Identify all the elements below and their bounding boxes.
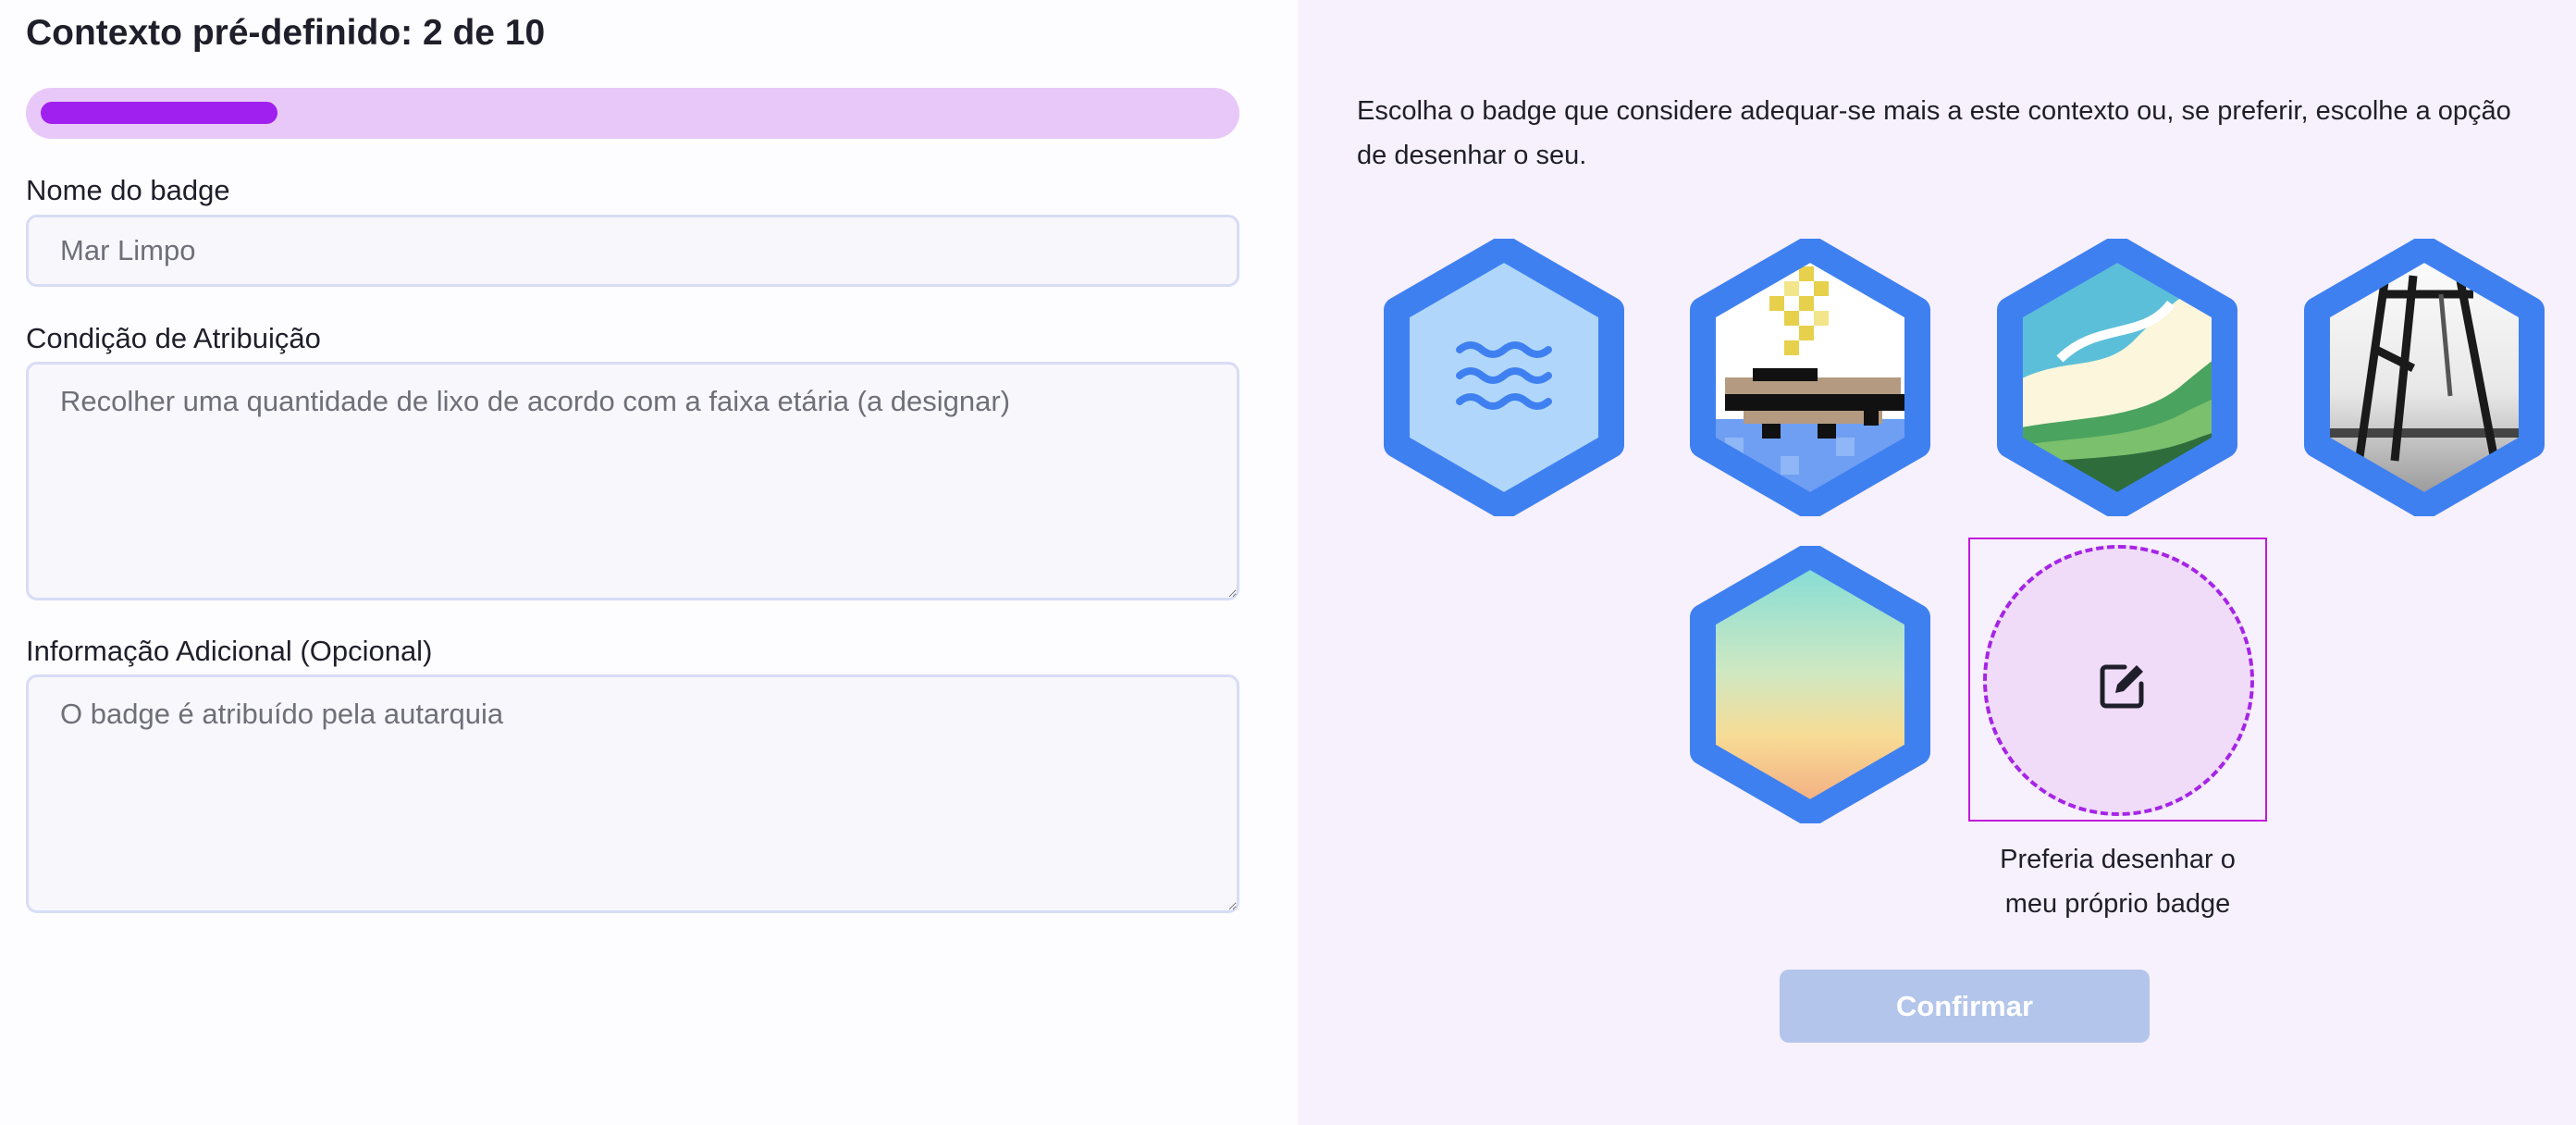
condition-label: Condição de Atribuição xyxy=(26,322,321,354)
confirm-button[interactable]: Confirmar xyxy=(1780,970,2150,1043)
draw-placeholder-circle xyxy=(1983,545,2254,816)
additional-info-label: Informação Adicional (Opcional) xyxy=(26,635,433,667)
progress-bar xyxy=(26,88,1239,139)
progress-fill xyxy=(41,102,277,124)
edit-icon xyxy=(2100,664,2144,709)
badge-name-label: Nome do badge xyxy=(26,174,230,206)
pixel-boat-image xyxy=(1690,239,1930,516)
condition-textarea[interactable] xyxy=(26,362,1239,600)
draw-own-caption: Preferia desenhar o meu próprio badge xyxy=(1968,837,2267,926)
pier-photo-image xyxy=(2304,239,2545,516)
badge-option-pier-photo[interactable] xyxy=(2302,239,2546,516)
badge-name-input[interactable] xyxy=(26,215,1239,287)
badge-option-sunset-gradient[interactable] xyxy=(1688,546,1932,823)
gradient-image xyxy=(1690,546,1930,823)
badge-option-waves[interactable] xyxy=(1382,239,1626,516)
badge-option-pixel-boat[interactable] xyxy=(1688,239,1932,516)
form-panel: Contexto pré-definido: 2 de 10 Nome do b… xyxy=(0,0,1298,1125)
instructions-text: Escolha o badge que considere adequar-se… xyxy=(1357,96,2511,170)
draw-own-badge-option[interactable] xyxy=(1968,538,2267,822)
abstract-waves-image xyxy=(1997,239,2237,516)
draw-caption-line-1: Preferia desenhar o xyxy=(2000,845,2236,874)
additional-info-textarea[interactable] xyxy=(26,674,1239,913)
page-title: Contexto pré-definido: 2 de 10 xyxy=(26,13,546,53)
badge-option-abstract-sea[interactable] xyxy=(1995,239,2239,516)
draw-caption-line-2: meu próprio badge xyxy=(2004,889,2231,919)
waves-icon xyxy=(1384,239,1624,516)
